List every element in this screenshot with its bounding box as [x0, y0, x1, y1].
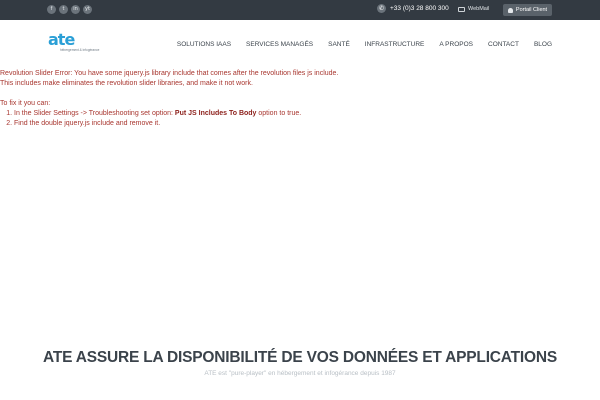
phone-number: +33 (0)3 28 800 300: [390, 5, 449, 12]
social-links: f t in yt: [47, 5, 92, 14]
nav-blog[interactable]: BLOG: [534, 41, 552, 48]
client-portal-button[interactable]: Portail Client: [503, 4, 552, 16]
linkedin-icon[interactable]: in: [71, 5, 80, 14]
slider-error-message: Revolution Slider Error: You have some j…: [0, 69, 600, 129]
site-logo[interactable]: ate hébergement & infogérance: [48, 30, 99, 52]
fix-intro: To fix it you can:: [0, 100, 51, 107]
phone-contact[interactable]: ✆ +33 (0)3 28 800 300: [377, 4, 449, 13]
hero-title: ATE ASSURE LA DISPONIBILITÉ DE VOS DONNÉ…: [42, 349, 557, 366]
webmail-label: WebMail: [468, 6, 490, 12]
nav-a-propos[interactable]: A PROPOS: [439, 41, 473, 48]
fix-step-1: In the Slider Settings -> Troubleshootin…: [14, 109, 600, 119]
nav-services-manages[interactable]: SERVICES MANAGÉS: [246, 41, 313, 48]
fix-option-name: Put JS Includes To Body: [174, 110, 257, 117]
fix-steps: In the Slider Settings -> Troubleshootin…: [0, 109, 600, 129]
error-line-1: Revolution Slider Error: You have some j…: [0, 70, 339, 77]
logo-mark: ate: [48, 30, 75, 49]
phone-icon: ✆: [377, 4, 386, 13]
nav-contact[interactable]: CONTACT: [488, 41, 519, 48]
fix-step-2: Find the double jquery.js include and re…: [14, 119, 600, 129]
facebook-icon[interactable]: f: [47, 5, 56, 14]
site-header: ate hébergement & infogérance SOLUTIONS …: [0, 20, 600, 68]
nav-sante[interactable]: SANTÉ: [328, 41, 350, 48]
logo-tagline: hébergement & infogérance: [60, 48, 100, 52]
main-nav: SOLUTIONS IAAS SERVICES MANAGÉS SANTÉ IN…: [177, 41, 552, 48]
nav-infrastructure[interactable]: INFRASTRUCTURE: [365, 41, 425, 48]
error-line-2: This includes make eliminates the revolu…: [0, 80, 253, 87]
twitter-icon[interactable]: t: [59, 5, 68, 14]
youtube-icon[interactable]: yt: [83, 5, 92, 14]
user-icon: [507, 7, 513, 13]
envelope-icon: [458, 6, 465, 12]
client-portal-label: Portail Client: [515, 7, 548, 13]
webmail-link[interactable]: WebMail: [458, 6, 489, 12]
hero-subtitle: ATE est "pure-player" en hébergement et …: [204, 370, 396, 377]
nav-solutions-iaas[interactable]: SOLUTIONS IAAS: [177, 41, 231, 48]
top-bar: f t in yt ✆ +33 (0)3 28 800 300 WebMail …: [0, 0, 600, 20]
